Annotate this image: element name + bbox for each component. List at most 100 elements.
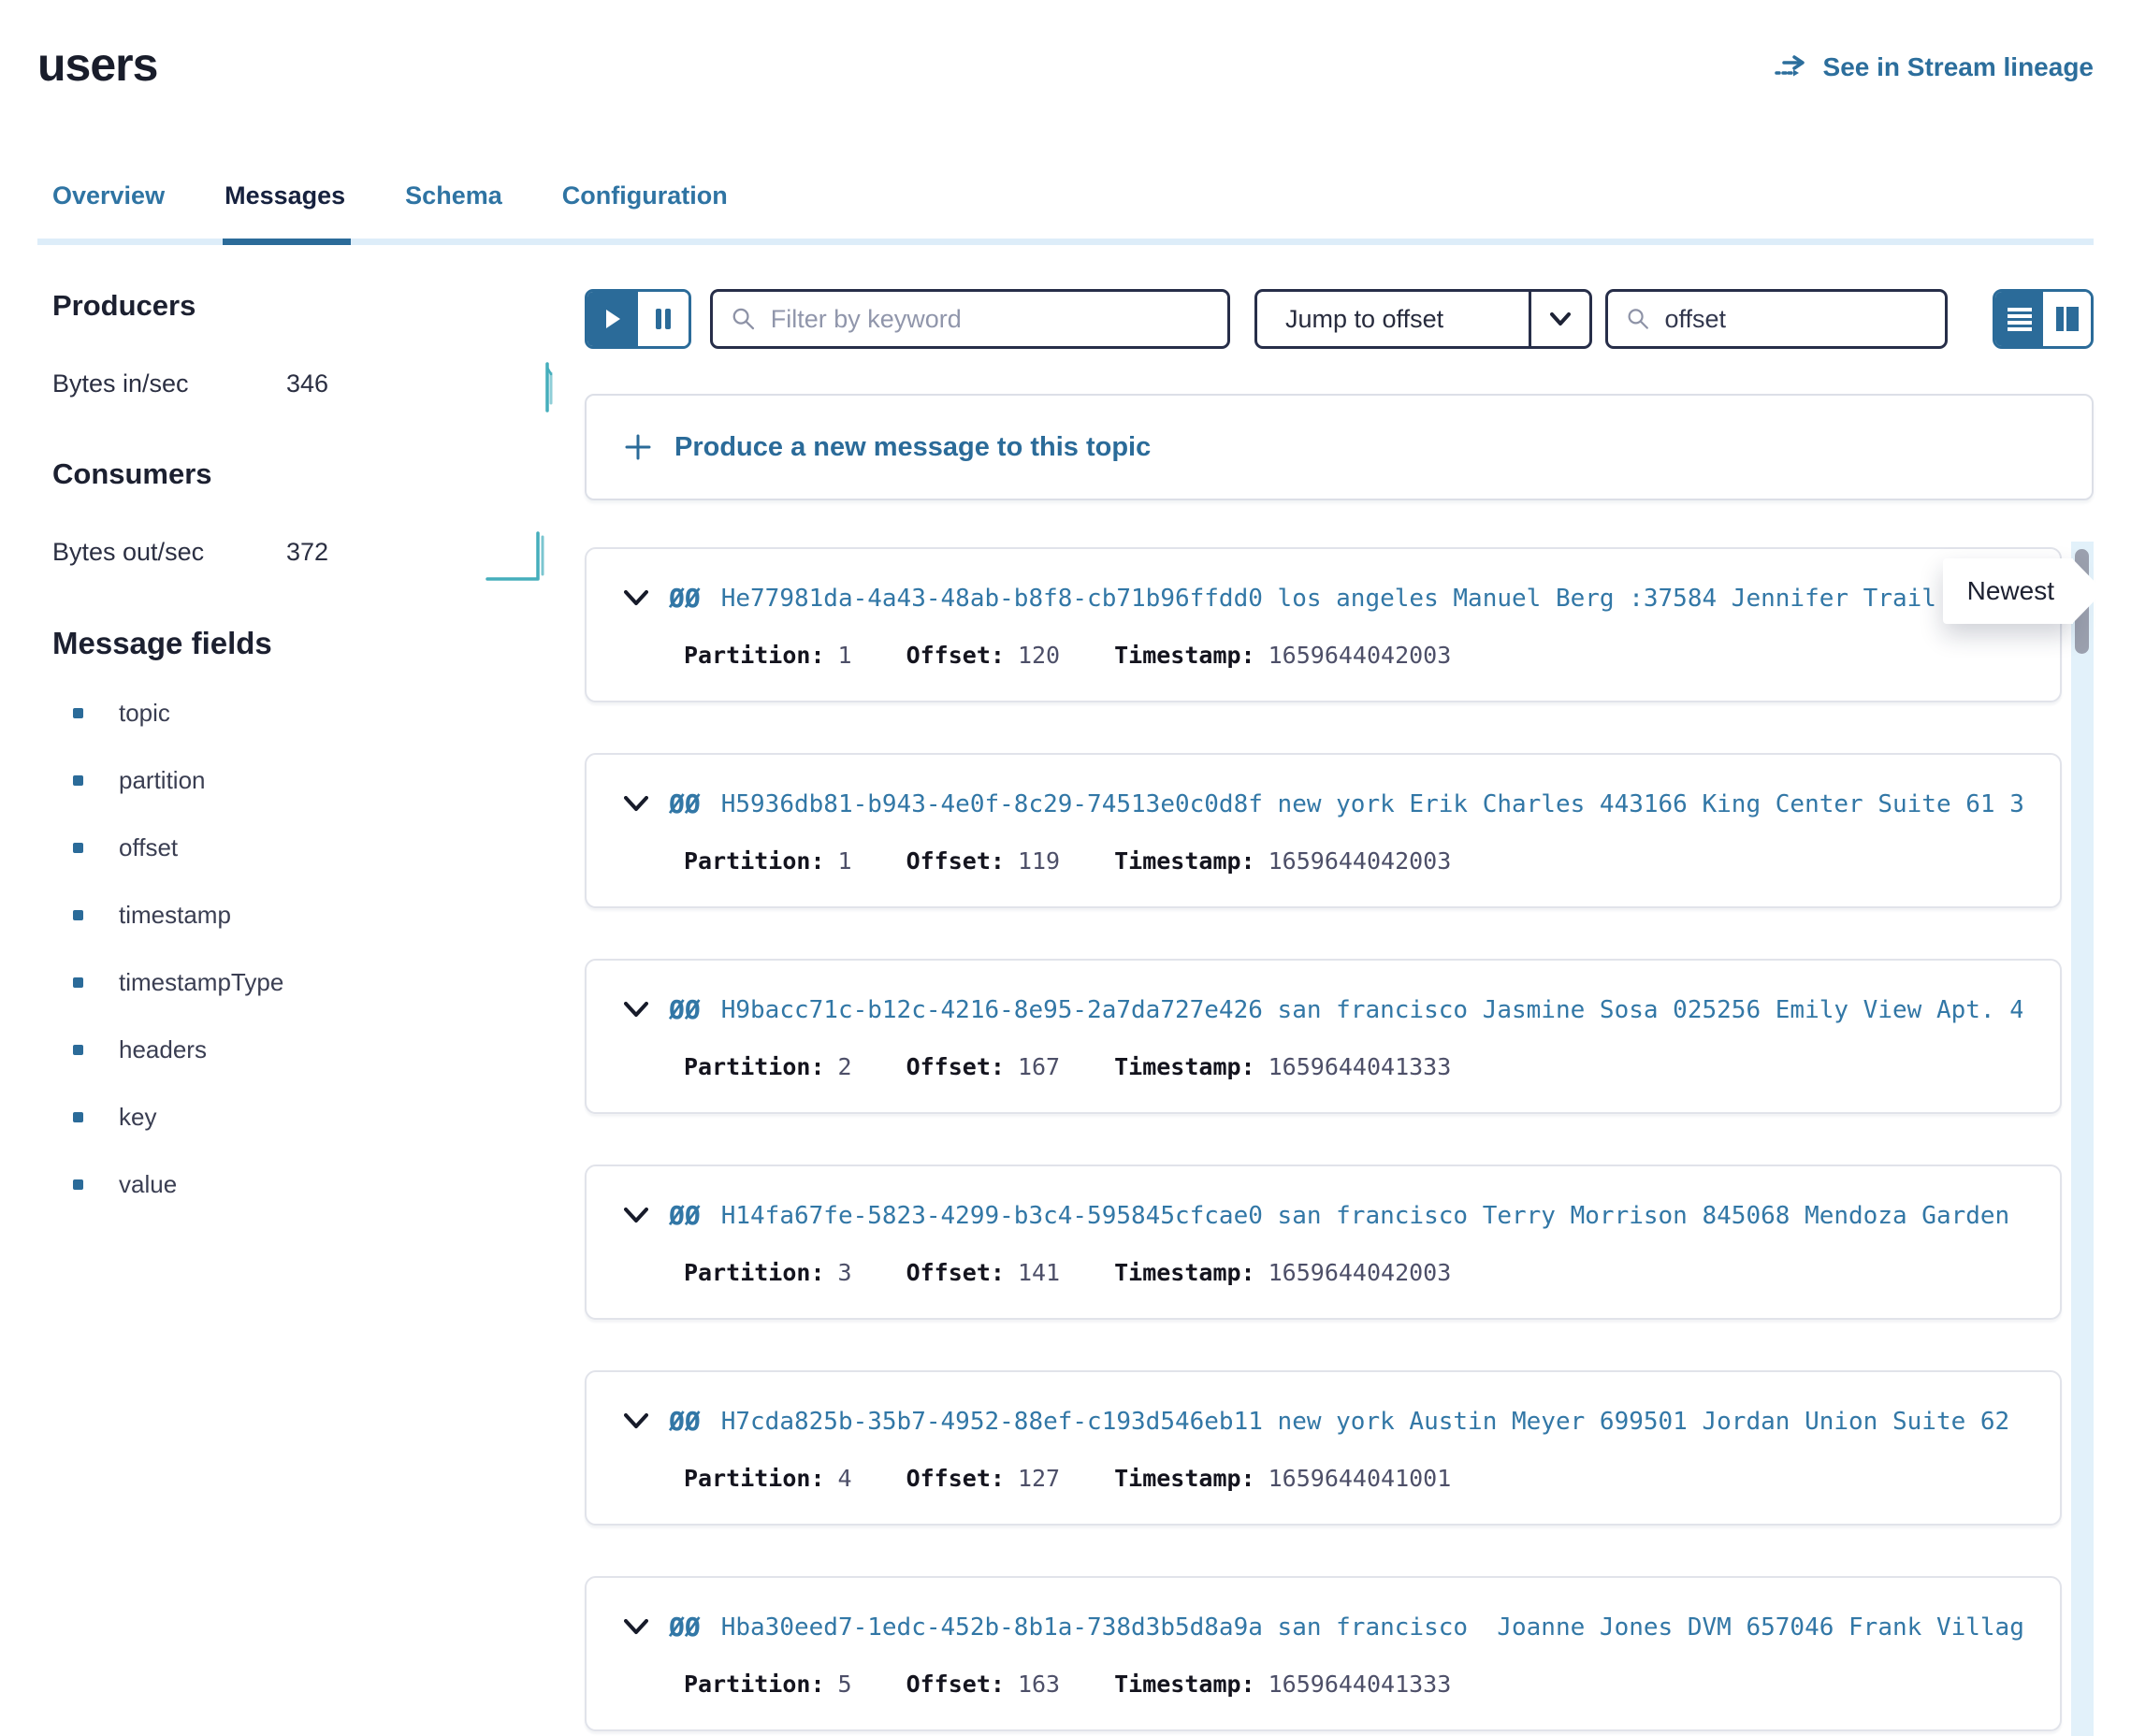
message-row[interactable]: ØØ H9bacc71c-b12c-4216-8e95-2a7da727e426… [585, 959, 2062, 1114]
expand-chevron-icon[interactable] [624, 590, 648, 606]
consumers-heading: Consumers [52, 457, 585, 491]
message-row[interactable]: ØØ H5936db81-b943-4e0f-8c29-74513e0c0d8f… [585, 753, 2062, 908]
field-item-timestamp[interactable]: timestamp [52, 901, 585, 930]
jump-to-offset-value: Jump to offset [1257, 292, 1529, 346]
jump-to-offset-select[interactable]: Jump to offset [1254, 289, 1592, 349]
list-view-icon [2007, 307, 2033, 331]
bytes-in-value: 346 [286, 369, 328, 398]
tab-bar: Overview Messages Schema Configuration [37, 181, 2094, 245]
column-view-button[interactable] [2043, 292, 2091, 346]
message-key-glyph: ØØ [669, 1406, 701, 1437]
message-list: Newest ØØ He77981da-4a43-48ab-b8f8-cb71b… [585, 547, 2094, 1736]
offset-meta: Offset:167 [906, 1053, 1061, 1080]
field-item-partition[interactable]: partition [52, 766, 585, 795]
message-key-glyph: ØØ [669, 994, 701, 1025]
play-button[interactable] [587, 292, 638, 346]
view-toggle [1993, 289, 2094, 349]
field-bullet-icon [73, 977, 83, 988]
timestamp-meta: Timestamp:1659644041333 [1114, 1053, 1451, 1080]
message-key-glyph: ØØ [669, 1612, 701, 1642]
newest-tooltip-label: Newest [1967, 576, 2054, 606]
message-key-glyph: ØØ [669, 788, 701, 819]
message-summary: H7cda825b-35b7-4952-88ef-c193d546eb11 ne… [721, 1408, 2022, 1436]
messages-toolbar: Jump to offset [585, 289, 2094, 349]
field-bullet-icon [73, 1045, 83, 1055]
bytes-out-sparkline [486, 522, 558, 582]
pause-icon [654, 308, 673, 330]
bytes-out-value: 372 [286, 538, 328, 567]
search-icon [1627, 306, 1649, 332]
chevron-down-icon [1531, 292, 1589, 346]
field-item-offset[interactable]: offset [52, 833, 585, 862]
message-row[interactable]: ØØ H7cda825b-35b7-4952-88ef-c193d546eb11… [585, 1370, 2062, 1526]
field-bullet-icon [73, 1112, 83, 1122]
tab-configuration[interactable]: Configuration [562, 181, 728, 239]
offset-search-box [1605, 289, 1948, 349]
offset-meta: Offset:163 [906, 1671, 1061, 1698]
scrollbar-track [2071, 542, 2094, 1736]
bytes-out-label: Bytes out/sec [52, 538, 286, 567]
field-bullet-icon [73, 843, 83, 853]
timestamp-meta: Timestamp:1659644041001 [1114, 1465, 1451, 1492]
partition-meta: Partition:2 [684, 1053, 852, 1080]
pause-button[interactable] [638, 292, 689, 346]
tab-messages[interactable]: Messages [225, 181, 345, 239]
partition-meta: Partition:3 [684, 1259, 852, 1286]
message-fields-list: topic partition offset timestamp timesta… [52, 699, 585, 1199]
expand-chevron-icon[interactable] [624, 796, 648, 812]
expand-chevron-icon[interactable] [624, 1413, 648, 1429]
produce-message-button[interactable]: Produce a new message to this topic [585, 394, 2094, 500]
expand-chevron-icon[interactable] [624, 1619, 648, 1635]
consumers-metric: Bytes out/sec 372 [52, 523, 585, 581]
tab-schema[interactable]: Schema [405, 181, 502, 239]
field-bullet-icon [73, 910, 83, 920]
field-item-key[interactable]: key [52, 1103, 585, 1132]
timestamp-meta: Timestamp:1659644041333 [1114, 1671, 1451, 1698]
message-summary: H14fa67fe-5823-4299-b3c4-595845cfcae0 sa… [721, 1202, 2022, 1230]
field-bullet-icon [73, 775, 83, 786]
expand-chevron-icon[interactable] [624, 1208, 648, 1223]
offset-meta: Offset:127 [906, 1465, 1061, 1492]
field-item-value[interactable]: value [52, 1170, 585, 1199]
timestamp-meta: Timestamp:1659644042003 [1114, 847, 1451, 875]
partition-meta: Partition:1 [684, 847, 852, 875]
field-item-headers[interactable]: headers [52, 1035, 585, 1064]
message-summary: H5936db81-b943-4e0f-8c29-74513e0c0d8f ne… [721, 790, 2022, 818]
message-summary: He77981da-4a43-48ab-b8f8-cb71b96ffdd0 lo… [721, 585, 2022, 613]
producers-heading: Producers [52, 289, 585, 323]
produce-message-label: Produce a new message to this topic [674, 432, 1151, 463]
newest-tooltip: Newest [1943, 558, 2073, 624]
plus-icon [624, 433, 652, 461]
message-row[interactable]: ØØ He77981da-4a43-48ab-b8f8-cb71b96ffdd0… [585, 547, 2062, 702]
offset-search-input[interactable] [1664, 305, 1926, 334]
partition-meta: Partition:1 [684, 642, 852, 669]
partition-meta: Partition:4 [684, 1465, 852, 1492]
filter-input[interactable] [771, 305, 1209, 334]
message-summary: Hba30eed7-1edc-452b-8b1a-738d3b5d8a9a sa… [721, 1613, 2022, 1642]
message-fields-heading: Message fields [52, 626, 585, 661]
field-item-topic[interactable]: topic [52, 699, 585, 728]
messages-panel: Jump to offset [585, 289, 2094, 1736]
list-view-button[interactable] [1995, 292, 2043, 346]
partition-meta: Partition:5 [684, 1671, 852, 1698]
timestamp-meta: Timestamp:1659644042003 [1114, 1259, 1451, 1286]
play-pause-toggle [585, 289, 691, 349]
page-header: users See in Stream lineage [37, 37, 2094, 92]
message-row[interactable]: ØØ H14fa67fe-5823-4299-b3c4-595845cfcae0… [585, 1165, 2062, 1320]
filter-input-box [710, 289, 1230, 349]
sidebar: Producers Bytes in/sec 346 Consumers Byt… [37, 289, 585, 1736]
message-summary: H9bacc71c-b12c-4216-8e95-2a7da727e426 sa… [721, 996, 2022, 1024]
producers-metric: Bytes in/sec 346 [52, 354, 585, 412]
message-row[interactable]: ØØ Hba30eed7-1edc-452b-8b1a-738d3b5d8a9a… [585, 1576, 2062, 1731]
field-item-timestampType[interactable]: timestampType [52, 968, 585, 997]
field-bullet-icon [73, 1179, 83, 1190]
lineage-arrow-icon [1775, 54, 1810, 80]
stream-lineage-label: See in Stream lineage [1823, 52, 2094, 82]
play-icon [604, 309, 621, 329]
message-key-glyph: ØØ [669, 583, 701, 614]
expand-chevron-icon[interactable] [624, 1002, 648, 1018]
offset-meta: Offset:119 [906, 847, 1061, 875]
field-bullet-icon [73, 708, 83, 718]
tab-overview[interactable]: Overview [52, 181, 165, 239]
stream-lineage-link[interactable]: See in Stream lineage [1775, 52, 2094, 82]
